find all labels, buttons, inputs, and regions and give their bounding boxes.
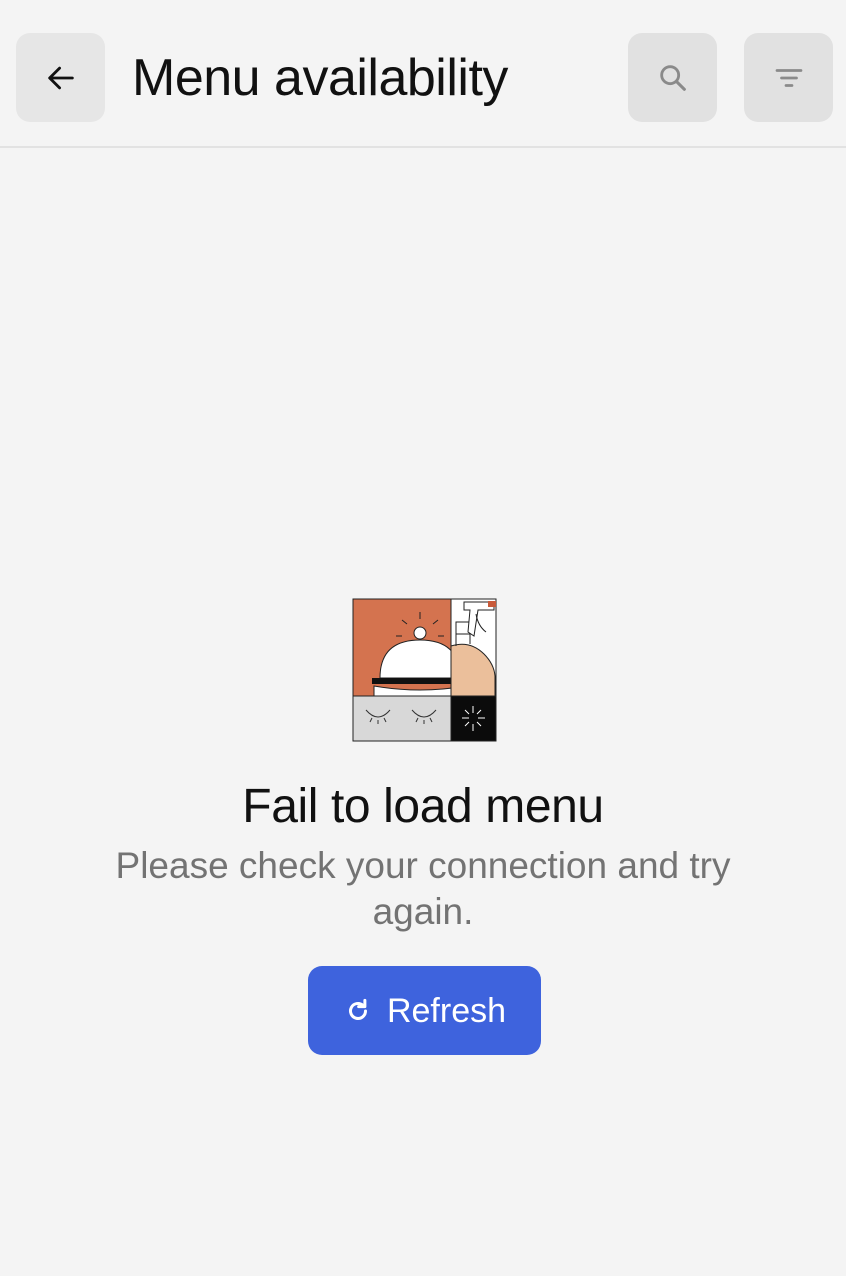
search-icon <box>659 64 686 91</box>
arrow-left-icon <box>47 66 74 89</box>
search-button[interactable] <box>628 33 717 122</box>
refresh-icon <box>343 996 373 1026</box>
refresh-label: Refresh <box>386 991 507 1030</box>
filter-button[interactable] <box>744 33 833 122</box>
top-bar: Menu availability <box>0 0 846 148</box>
error-title: Fail to load menu <box>242 780 604 833</box>
filter-icon <box>775 68 802 87</box>
back-button[interactable] <box>16 33 105 122</box>
error-illustration <box>352 598 497 742</box>
page-title: Menu availability <box>132 49 508 107</box>
refresh-button[interactable]: Refresh <box>308 966 541 1055</box>
error-message: Please check your connection and try aga… <box>115 845 731 932</box>
